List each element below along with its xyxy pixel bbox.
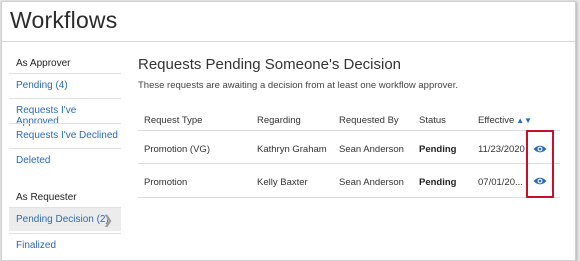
cell-request-type: Promotion (VG) [144, 144, 210, 155]
cell-status: Pending [419, 177, 457, 188]
requester-heading: As Requester [16, 192, 77, 203]
page-title: Workflows [10, 7, 118, 33]
sidebar: As Approver Pending (4) Requests I've Ap… [9, 50, 121, 260]
cell-effective: 07/01/20... [478, 177, 523, 188]
sidebar-item-finalized[interactable]: Finalized [9, 233, 121, 257]
title-divider [2, 41, 575, 42]
table-divider [138, 130, 560, 131]
sidebar-item-pending[interactable]: Pending (4) [9, 73, 121, 97]
sort-icon[interactable]: ▲▼ [516, 116, 532, 125]
column-header-requested-by[interactable]: Requested By [339, 115, 399, 126]
cell-effective: 11/23/2020 [478, 144, 525, 155]
sidebar-item-approved[interactable]: Requests I've Approved [9, 98, 121, 127]
sidebar-item-pending-decision[interactable]: Pending Decision (2) ❯ [9, 207, 121, 231]
sidebar-item-deleted[interactable]: Deleted [9, 148, 121, 172]
cell-requested-by: Sean Anderson [339, 177, 404, 188]
column-header-effective[interactable]: Effective ▲▼ [478, 115, 532, 126]
table-divider [138, 163, 560, 164]
column-header-request-type[interactable]: Request Type [144, 115, 202, 126]
highlight-box [526, 130, 554, 198]
chevron-right-icon: ❯ [102, 213, 113, 227]
cell-regarding: Kathryn Graham [257, 144, 327, 155]
column-header-status[interactable]: Status [419, 115, 446, 126]
sidebar-item-declined[interactable]: Requests I've Declined [9, 123, 121, 147]
section-subtitle: These requests are awaiting a decision f… [138, 80, 458, 91]
sidebar-item-label: Finalized [16, 240, 57, 251]
approver-heading: As Approver [16, 58, 71, 69]
sidebar-item-label: Deleted [16, 155, 51, 166]
cell-status: Pending [419, 144, 457, 155]
workflows-window: Workflows As Approver Pending (4) Reques… [1, 1, 576, 261]
cell-request-type: Promotion [144, 177, 188, 188]
cell-requested-by: Sean Anderson [339, 144, 404, 155]
section-heading: Requests Pending Someone's Decision [138, 56, 402, 73]
column-header-label: Effective [478, 115, 515, 126]
sidebar-item-label: Requests I've Declined [16, 130, 118, 141]
column-header-regarding[interactable]: Regarding [257, 115, 301, 126]
cell-regarding: Kelly Baxter [257, 177, 308, 188]
table-divider [138, 197, 560, 198]
sidebar-item-label: Pending (4) [16, 80, 68, 91]
sidebar-item-label: Pending Decision (2) [16, 214, 109, 225]
